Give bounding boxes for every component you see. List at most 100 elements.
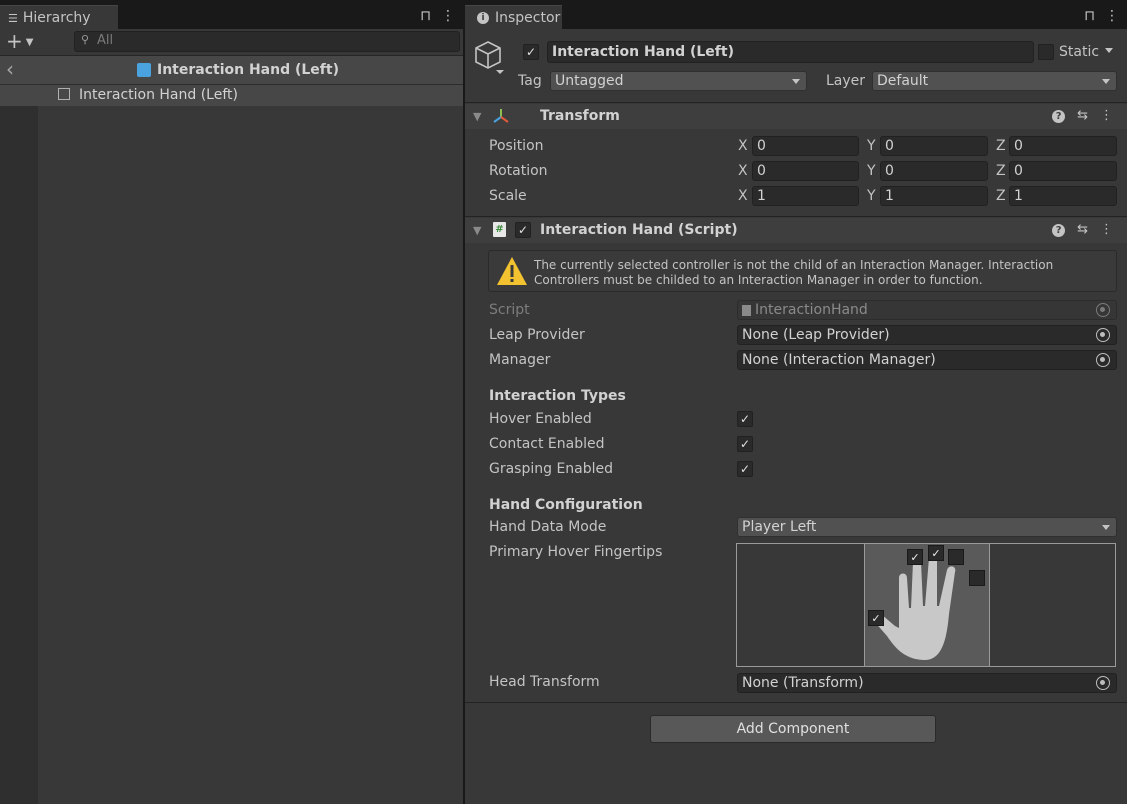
hand-data-mode-label: Hand Data Mode: [489, 519, 607, 535]
hierarchy-gutter: [0, 84, 38, 804]
layer-dropdown[interactable]: Default: [872, 71, 1117, 91]
contact-enabled-checkbox[interactable]: ✓: [737, 436, 753, 452]
static-checkbox[interactable]: [1038, 44, 1054, 60]
object-name-field[interactable]: Interaction Hand (Left): [547, 41, 1034, 63]
rotation-x-field[interactable]: 0: [752, 161, 859, 181]
foldout-arrow-icon[interactable]: ▼: [473, 110, 481, 123]
inspector-tabbar: i Inspector ⊓ ⋮: [465, 0, 1127, 30]
lock-icon[interactable]: ⊓: [1084, 8, 1095, 24]
object-picker-icon[interactable]: [1096, 676, 1110, 690]
tag-value: Untagged: [555, 73, 624, 89]
check-icon: ✓: [739, 412, 751, 426]
manager-field[interactable]: None (Interaction Manager): [737, 350, 1117, 370]
check-icon: ✓: [739, 437, 751, 451]
help-icon[interactable]: ?: [1052, 110, 1066, 123]
axis-z-label[interactable]: Z: [996, 163, 1006, 179]
separator: [465, 702, 1127, 703]
chevron-down-icon: [1102, 79, 1110, 84]
axis-y-label[interactable]: Y: [867, 188, 876, 204]
preset-settings-icon[interactable]: ⇆: [1077, 222, 1088, 237]
scale-x-field[interactable]: 1: [752, 186, 859, 206]
check-icon: ✓: [931, 546, 941, 560]
component-enabled-checkbox[interactable]: ✓: [515, 222, 531, 238]
fingertip-middle-checkbox[interactable]: ✓: [928, 545, 944, 561]
hover-enabled-checkbox[interactable]: ✓: [737, 411, 753, 427]
manager-value: None (Interaction Manager): [742, 352, 936, 368]
rotation-y-value: 0: [885, 163, 894, 179]
tag-dropdown[interactable]: Untagged: [550, 71, 807, 91]
object-picker-icon[interactable]: [1096, 353, 1110, 367]
hand-data-mode-dropdown[interactable]: Player Left: [737, 517, 1117, 537]
check-icon: ✓: [739, 462, 751, 476]
static-label[interactable]: Static: [1059, 44, 1099, 60]
more-icon[interactable]: ⋮: [441, 8, 455, 24]
lock-icon[interactable]: ⊓: [420, 8, 431, 24]
rotation-x-value: 0: [757, 163, 766, 179]
axis-x-label[interactable]: X: [738, 138, 748, 154]
separator: [465, 102, 1127, 103]
search-placeholder: All: [97, 33, 114, 48]
search-input[interactable]: ⚲ All: [74, 31, 460, 52]
transform-title: Transform: [540, 108, 620, 124]
more-icon[interactable]: ⋮: [1100, 222, 1113, 237]
scale-y-field[interactable]: 1: [880, 186, 988, 206]
fingertip-index-checkbox[interactable]: ✓: [907, 549, 923, 565]
script-component-header[interactable]: ▼ # ✓ Interaction Hand (Script) ? ⇆ ⋮: [465, 218, 1127, 243]
check-icon: ✓: [517, 223, 529, 237]
tag-label: Tag: [518, 73, 542, 89]
rotation-z-value: 0: [1014, 163, 1023, 179]
position-x-field[interactable]: 0: [752, 136, 859, 156]
help-icon[interactable]: ?: [1052, 224, 1066, 237]
axis-x-label[interactable]: X: [738, 188, 748, 204]
inspector-tab-label: Inspector: [495, 10, 561, 26]
active-checkbox[interactable]: ✓: [523, 44, 539, 60]
head-transform-label: Head Transform: [489, 674, 600, 690]
position-y-field[interactable]: 0: [880, 136, 988, 156]
fingertip-ring-checkbox[interactable]: [948, 549, 964, 565]
axis-y-label[interactable]: Y: [867, 163, 876, 179]
fingertip-thumb-checkbox[interactable]: ✓: [868, 610, 884, 626]
hierarchy-empty-area: [38, 106, 463, 804]
transform-header[interactable]: ▼ Transform ? ⇆ ⋮: [465, 104, 1127, 129]
scale-y-value: 1: [885, 188, 894, 204]
script-label: Script: [489, 302, 530, 318]
transform-axis-icon: [493, 109, 509, 123]
axis-x-label[interactable]: X: [738, 163, 748, 179]
script-file-icon: [742, 304, 751, 316]
more-icon[interactable]: ⋮: [1105, 8, 1119, 24]
tab-hierarchy[interactable]: ☰ Hierarchy: [0, 5, 118, 30]
tab-inspector[interactable]: i Inspector: [465, 5, 562, 30]
axis-z-label[interactable]: Z: [996, 188, 1006, 204]
object-picker-icon[interactable]: [1096, 328, 1110, 342]
position-z-field[interactable]: 0: [1009, 136, 1117, 156]
script-file-icon: #: [493, 222, 506, 237]
head-transform-field[interactable]: None (Transform): [737, 673, 1117, 693]
grasping-enabled-checkbox[interactable]: ✓: [737, 461, 753, 477]
gameobject-icon[interactable]: [474, 40, 504, 74]
axis-y-label[interactable]: Y: [867, 138, 876, 154]
warning-icon: [497, 257, 527, 285]
gameobject-cube-icon: [58, 88, 70, 100]
create-button[interactable]: + ▼: [6, 30, 33, 57]
interaction-types-header: Interaction Types: [489, 388, 626, 404]
fingertip-pinky-checkbox[interactable]: [969, 570, 985, 586]
scale-z-field[interactable]: 1: [1009, 186, 1117, 206]
scene-title: Interaction Hand (Left): [157, 62, 339, 78]
foldout-arrow-icon[interactable]: ▼: [473, 224, 481, 237]
hand-icon: [871, 553, 956, 660]
back-icon[interactable]: ‹: [6, 57, 14, 81]
object-picker-icon: [1096, 303, 1110, 317]
axis-z-label[interactable]: Z: [996, 138, 1006, 154]
leap-provider-field[interactable]: None (Leap Provider): [737, 325, 1117, 345]
preset-settings-icon[interactable]: ⇆: [1077, 108, 1088, 123]
list-item[interactable]: Interaction Hand (Left): [0, 85, 463, 106]
script-component-title: Interaction Hand (Script): [540, 222, 738, 238]
rotation-y-field[interactable]: 0: [880, 161, 988, 181]
info-icon: i: [477, 12, 489, 24]
add-component-button[interactable]: Add Component: [650, 715, 936, 743]
chevron-down-icon: [1102, 525, 1110, 530]
hand-diagram: ✓ ✓ ✓: [864, 544, 990, 666]
static-dropdown-arrow-icon[interactable]: [1105, 48, 1113, 53]
more-icon[interactable]: ⋮: [1100, 108, 1113, 123]
rotation-z-field[interactable]: 0: [1009, 161, 1117, 181]
